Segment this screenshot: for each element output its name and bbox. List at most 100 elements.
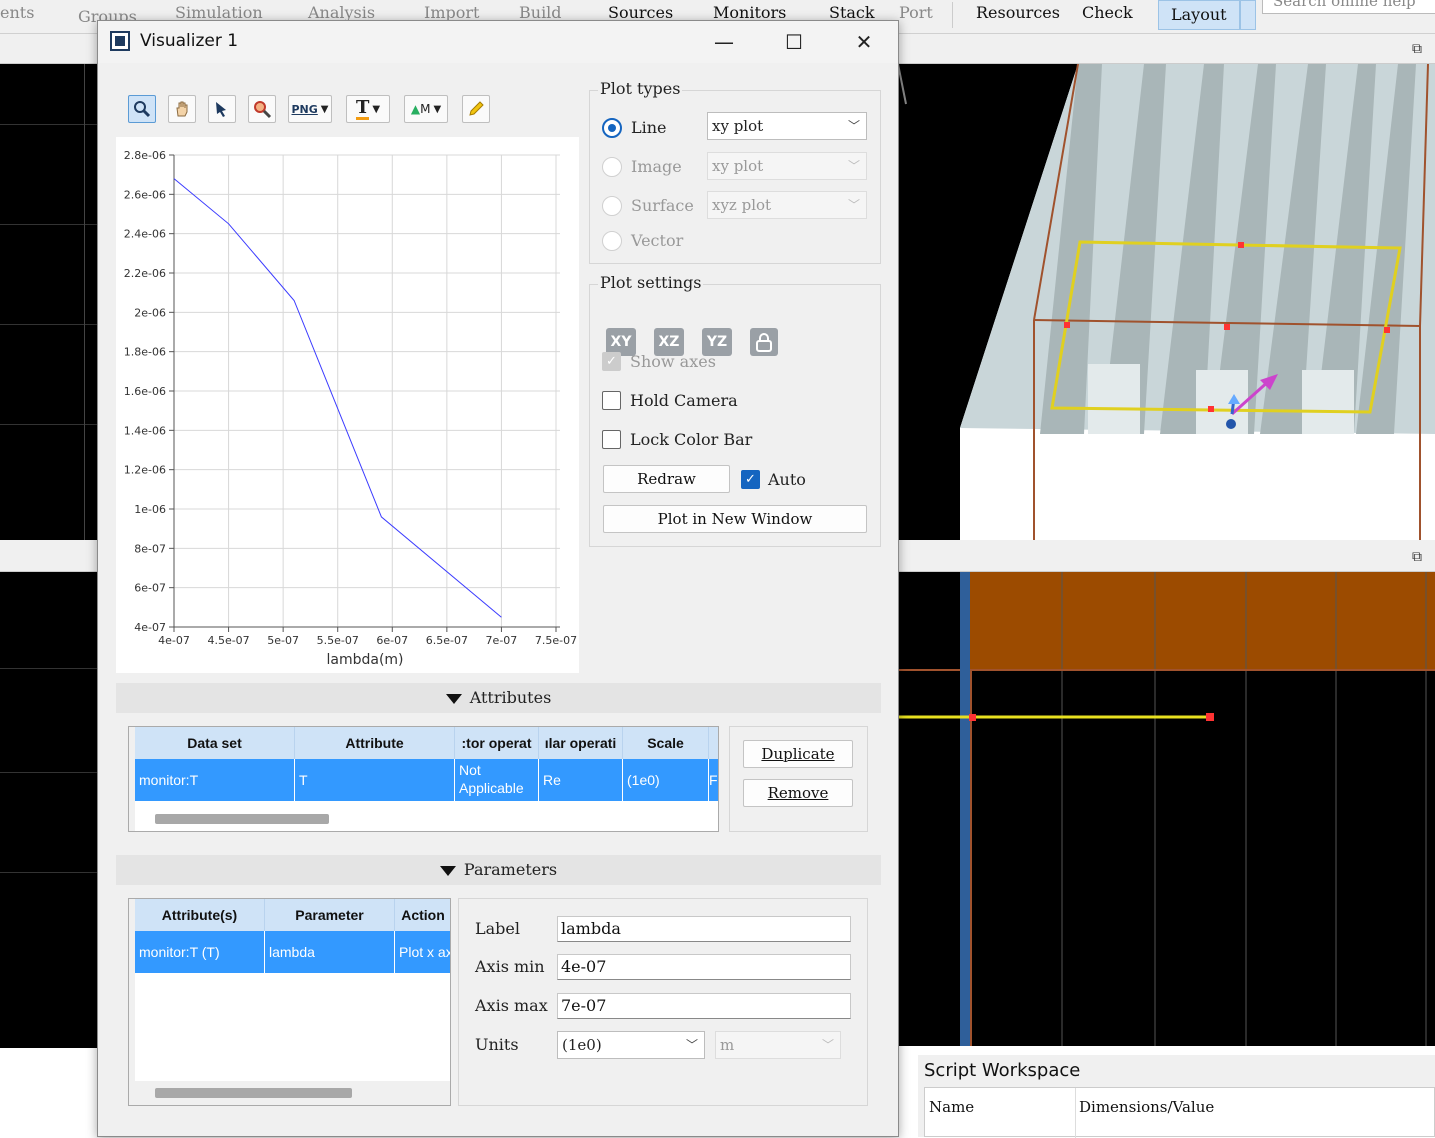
radio-image[interactable] bbox=[602, 157, 622, 177]
attributes-cell-data-set[interactable]: monitor:T bbox=[135, 759, 295, 801]
x-tick-label: 5e-07 bbox=[267, 634, 299, 647]
edit-pencil-button[interactable] bbox=[462, 95, 490, 123]
pan-tool-button[interactable] bbox=[168, 95, 196, 123]
restore-pane-icon[interactable]: ⧉ bbox=[1412, 550, 1426, 564]
column-header-vector-operation[interactable]: :tor operat bbox=[455, 727, 539, 759]
menu-tab-components[interactable]: ents bbox=[0, 2, 34, 30]
line-plot-type-select[interactable]: xy plot ﹀ bbox=[707, 112, 867, 140]
minimize-button[interactable]: — bbox=[702, 27, 746, 57]
magnifier-icon bbox=[134, 101, 151, 118]
lock-icon bbox=[756, 333, 772, 352]
surface-plot-type-value: xyz plot bbox=[712, 196, 772, 214]
zoom-extent-button[interactable] bbox=[248, 95, 276, 123]
units-scale-select[interactable]: (1e0) ﹀ bbox=[557, 1031, 705, 1059]
label-input[interactable]: lambda bbox=[557, 916, 851, 942]
app-icon bbox=[110, 31, 130, 51]
attributes-cell-scalar-operation[interactable]: Re bbox=[539, 759, 623, 801]
menu-tab-resources[interactable]: Resources bbox=[976, 2, 1060, 30]
perspective-pane-header: ⧉ bbox=[898, 34, 1435, 64]
x-tick-label: 5.5e-07 bbox=[317, 634, 359, 647]
image-plot-type-select[interactable]: xy plot ﹀ bbox=[707, 152, 867, 180]
close-button[interactable]: ✕ bbox=[842, 27, 886, 57]
lock-color-bar-checkbox[interactable] bbox=[602, 430, 621, 449]
surface-plot-type-select[interactable]: xyz plot ﹀ bbox=[707, 191, 867, 219]
radio-surface-label: Surface bbox=[631, 196, 694, 215]
units-unit-value: m bbox=[720, 1036, 735, 1054]
duplicate-button[interactable]: Duplicate bbox=[743, 740, 853, 768]
axis-min-input[interactable]: 4e-07 bbox=[557, 954, 851, 980]
column-header-parameter[interactable]: Parameter bbox=[265, 899, 395, 931]
plot-settings-title: Plot settings bbox=[598, 273, 704, 292]
y-tick-label: 1.8e-06 bbox=[124, 346, 166, 359]
marker-button[interactable]: ▲M ▼ bbox=[404, 95, 448, 123]
collapse-triangle-icon bbox=[445, 693, 462, 704]
plot-in-new-window-button[interactable]: Plot in New Window bbox=[603, 505, 867, 533]
export-png-button[interactable]: PNG ▼ bbox=[288, 95, 332, 123]
grid-line bbox=[0, 124, 100, 125]
maximize-button[interactable]: ☐ bbox=[772, 27, 816, 57]
attributes-cell-attribute[interactable]: T bbox=[295, 759, 455, 801]
radio-surface[interactable] bbox=[602, 196, 622, 216]
hold-camera-checkbox[interactable] bbox=[602, 391, 621, 410]
xz-view-pane[interactable] bbox=[0, 572, 100, 1048]
y-tick-label: 1.4e-06 bbox=[124, 424, 166, 437]
parameters-cell-action[interactable]: Plot x ax bbox=[395, 931, 450, 973]
parameters-cell-parameter[interactable]: lambda bbox=[265, 931, 395, 973]
column-header-name[interactable]: Name bbox=[929, 1098, 974, 1116]
menu-tab-port[interactable]: Port bbox=[899, 2, 933, 30]
attributes-cell-vector-operation[interactable]: Not Applicable bbox=[455, 759, 539, 801]
units-scale-value: (1e0) bbox=[562, 1036, 602, 1054]
text-annotation-button[interactable]: T ▼ bbox=[346, 95, 390, 123]
column-header-attribute[interactable]: Attribute bbox=[295, 727, 455, 759]
column-header-scalar-operation[interactable]: ılar operati bbox=[539, 727, 623, 759]
auto-checkbox[interactable]: ✓ bbox=[741, 470, 760, 489]
x-tick-label: 7.5e-07 bbox=[535, 634, 577, 647]
visualizer-titlebar[interactable]: Visualizer 1 — ☐ ✕ bbox=[98, 21, 898, 63]
column-header-scale[interactable]: Scale bbox=[623, 727, 709, 759]
image-plot-type-value: xy plot bbox=[712, 157, 764, 175]
attributes-cell-scale[interactable]: (1e0) bbox=[623, 759, 709, 801]
zoom-tool-button[interactable] bbox=[128, 95, 156, 123]
lock-view-button[interactable] bbox=[750, 328, 778, 356]
restore-pane-icon[interactable]: ⧉ bbox=[1412, 42, 1426, 56]
select-tool-button[interactable] bbox=[208, 95, 236, 123]
pencil-icon bbox=[469, 101, 484, 116]
show-axes-checkbox[interactable]: ✓ bbox=[602, 352, 621, 371]
layout-dropdown-arrow[interactable] bbox=[1240, 0, 1256, 30]
grid-line bbox=[0, 224, 100, 225]
y-tick-label: 6e-07 bbox=[134, 582, 166, 595]
menu-tab-layout[interactable]: Layout bbox=[1158, 0, 1240, 30]
radio-vector[interactable] bbox=[602, 231, 622, 251]
grid-line bbox=[0, 668, 100, 669]
column-header-dimensions[interactable]: Dimensions/Value bbox=[1079, 1098, 1214, 1116]
xy-view-pane[interactable] bbox=[0, 64, 100, 540]
2d-scene bbox=[898, 572, 1435, 1046]
column-header-overflow[interactable] bbox=[709, 727, 718, 759]
y-tick-label: 2.8e-06 bbox=[124, 149, 166, 162]
line-plot-area[interactable]: 4e-07 4.5e-07 5e-07 5.5e-07 6e-07 6.5e-07 7e-0… bbox=[116, 137, 579, 673]
parameters-section-header[interactable]: Parameters bbox=[116, 855, 881, 885]
attributes-section-header[interactable]: Attributes bbox=[116, 683, 881, 713]
menu-divider bbox=[952, 2, 953, 28]
y-tick-label: 2e-06 bbox=[134, 306, 166, 319]
remove-button[interactable]: Remove bbox=[743, 779, 853, 807]
column-header-data-set[interactable]: Data set bbox=[135, 727, 295, 759]
x-tick-label: 4e-07 bbox=[158, 634, 190, 647]
radio-line[interactable] bbox=[602, 118, 622, 138]
search-help-input[interactable]: Search online help bbox=[1262, 0, 1435, 14]
axis-max-input[interactable]: 7e-07 bbox=[557, 993, 851, 1019]
units-unit-select[interactable]: m ﹀ bbox=[715, 1031, 841, 1059]
column-header-action[interactable]: Action bbox=[395, 899, 450, 931]
menu-tab-check[interactable]: Check bbox=[1082, 2, 1133, 30]
parameters-cell-attributes[interactable]: monitor:T (T) bbox=[135, 931, 265, 973]
attributes-cell-overflow[interactable]: F bbox=[709, 759, 718, 801]
visualizer-window: Visualizer 1 — ☐ ✕ PNG ▼ T ▼ ▲M ▼ 4e-07 4.5e… bbox=[97, 20, 899, 1137]
perspective-3d-view[interactable] bbox=[898, 64, 1435, 540]
grid-line bbox=[0, 324, 100, 325]
horizontal-scrollbar[interactable] bbox=[155, 814, 329, 824]
xz-2d-view[interactable] bbox=[898, 572, 1435, 1046]
redraw-button[interactable]: Redraw bbox=[603, 465, 730, 493]
horizontal-scrollbar[interactable] bbox=[155, 1088, 352, 1098]
x-tick-label: 6e-07 bbox=[376, 634, 408, 647]
column-header-attributes[interactable]: Attribute(s) bbox=[135, 899, 265, 931]
